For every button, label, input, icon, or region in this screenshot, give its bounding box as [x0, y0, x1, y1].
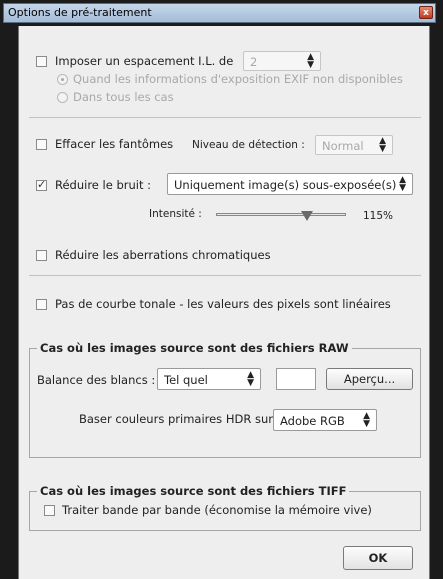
- up-down-arrows-icon: ▲ ▼: [363, 411, 370, 429]
- spacing-label: Imposer un espacement I.L. de: [55, 54, 234, 68]
- up-down-arrows-icon: ▲ ▼: [307, 52, 314, 70]
- raw-group: [29, 348, 421, 458]
- radio-exif-missing-label: Quand les informations d'exposition EXIF…: [73, 72, 403, 86]
- radio-always[interactable]: [57, 92, 68, 103]
- chromatic-checkbox[interactable]: [36, 250, 47, 261]
- noise-checkbox[interactable]: [36, 178, 47, 191]
- title-bar[interactable]: Options de pré-traitement x: [3, 3, 436, 23]
- preview-button[interactable]: Aperçu...: [326, 368, 413, 390]
- ghosts-checkbox[interactable]: [36, 139, 47, 150]
- detection-level-value: Normal: [322, 139, 364, 153]
- hdr-primaries-label: Baser couleurs primaires HDR sur :: [79, 412, 281, 426]
- noise-mode-select[interactable]: Uniquement image(s) sous-exposée(s) ▲ ▼: [167, 173, 413, 195]
- linear-label: Pas de courbe tonale - les valeurs des p…: [55, 297, 391, 311]
- white-balance-swatch[interactable]: [276, 368, 316, 390]
- window-title: Options de pré-traitement: [8, 6, 152, 19]
- dialog-content: Imposer un espacement I.L. de 2 ▲ ▼ Quand…: [18, 26, 430, 579]
- hdr-primaries-value: Adobe RGB: [280, 414, 345, 428]
- spacing-checkbox[interactable]: [36, 56, 47, 67]
- detection-level-select[interactable]: Normal ▲ ▼: [315, 135, 393, 155]
- intensity-slider-track[interactable]: [216, 213, 346, 216]
- white-balance-label: Balance des blancs :: [37, 373, 156, 387]
- white-balance-select[interactable]: Tel quel ▲ ▼: [157, 368, 261, 390]
- noise-mode-value: Uniquement image(s) sous-exposée(s): [174, 178, 397, 192]
- close-icon: x: [423, 8, 429, 18]
- noise-label: Réduire le bruit :: [55, 178, 152, 192]
- up-down-arrows-icon: ▲ ▼: [379, 136, 386, 154]
- close-button[interactable]: x: [419, 6, 433, 19]
- radio-always-label: Dans tous les cas: [73, 90, 174, 104]
- up-down-arrows-icon: ▲ ▼: [247, 370, 254, 388]
- up-down-arrows-icon: ▲ ▼: [399, 175, 406, 193]
- intensity-slider-thumb[interactable]: [301, 211, 313, 221]
- dialog-window: Options de pré-traitement x Imposer un e…: [0, 0, 443, 579]
- separator: [29, 275, 421, 276]
- tiff-group-title: Cas où les images source sont des fichie…: [37, 484, 350, 498]
- spacing-select[interactable]: 2 ▲ ▼: [243, 51, 321, 71]
- ok-button[interactable]: OK: [343, 546, 413, 570]
- separator: [29, 117, 421, 118]
- band-by-band-label: Traiter bande par bande (économise la mé…: [62, 503, 372, 517]
- intensity-label: Intensité :: [149, 208, 202, 220]
- intensity-value: 115%: [363, 210, 394, 222]
- ghosts-label: Effacer les fantômes: [55, 137, 174, 151]
- white-balance-value: Tel quel: [164, 373, 208, 387]
- chromatic-label: Réduire les aberrations chromatiques: [55, 248, 271, 262]
- radio-exif-missing[interactable]: [57, 74, 68, 85]
- spacing-select-value: 2: [250, 55, 258, 69]
- linear-checkbox[interactable]: [36, 299, 47, 310]
- band-by-band-checkbox[interactable]: [44, 505, 55, 516]
- raw-group-title: Cas où les images source sont des fichie…: [37, 341, 352, 355]
- detection-level-label: Niveau de détection :: [192, 139, 305, 151]
- hdr-primaries-select[interactable]: Adobe RGB ▲ ▼: [273, 409, 377, 431]
